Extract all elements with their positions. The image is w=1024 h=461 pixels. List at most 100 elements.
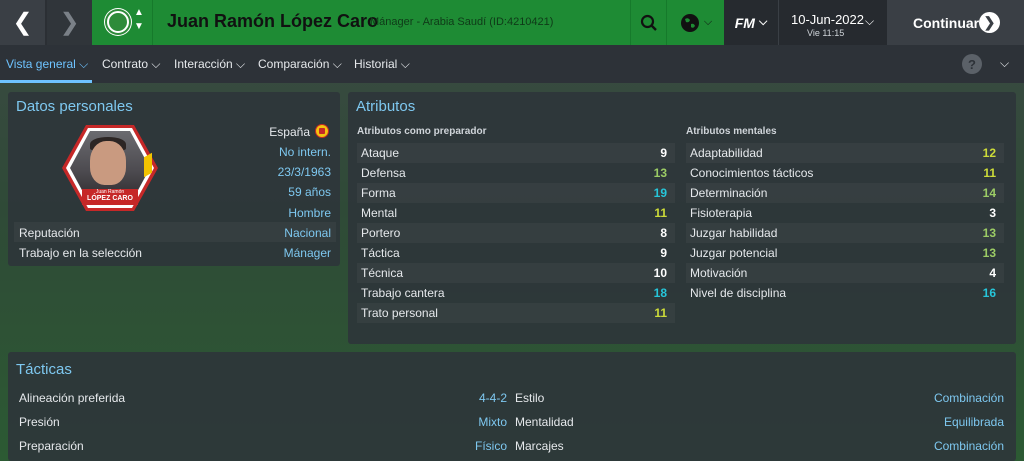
gender: Hombre bbox=[288, 206, 331, 220]
mental-attribute-label: Adaptabilidad bbox=[690, 146, 763, 160]
fm-label: FM bbox=[734, 14, 755, 31]
page-title: Juan Ramón López Caro bbox=[167, 11, 379, 31]
mental-attribute-value: 4 bbox=[989, 266, 996, 280]
national-job-value[interactable]: Mánager bbox=[200, 246, 331, 260]
mental-attribute-value: 3 bbox=[989, 206, 996, 220]
page-subtitle: Mánager - Arabia Saudí (ID:4210421) bbox=[370, 16, 554, 28]
mental-attribute-label: Juzgar habilidad bbox=[690, 226, 778, 240]
active-tab-indicator bbox=[0, 80, 92, 83]
training-value: Físico bbox=[474, 439, 507, 453]
club-logo-icon[interactable] bbox=[104, 8, 132, 36]
pressing-value: Mixto bbox=[478, 415, 507, 429]
coach-attribute-label: Trato personal bbox=[361, 306, 438, 320]
coach-attribute-label: Técnica bbox=[361, 266, 404, 280]
mental-attribute-value: 16 bbox=[982, 286, 996, 300]
updown-icon[interactable]: ▲ ▼ bbox=[134, 6, 144, 34]
marking-value: Combinación bbox=[933, 439, 1004, 453]
tab-contract[interactable]: Contrato ⌵ bbox=[102, 57, 160, 72]
coach-attribute-value: 11 bbox=[654, 206, 667, 220]
mental-attribute-value: 11 bbox=[983, 166, 996, 180]
help-icon: ? bbox=[968, 56, 976, 72]
reputation-label: Reputación bbox=[19, 226, 80, 240]
tab-overview[interactable]: Vista general ⌵ bbox=[6, 57, 88, 72]
mental-attribute-label: Fisioterapia bbox=[690, 206, 753, 220]
style-label: Estilo bbox=[515, 391, 545, 405]
tab-interaction[interactable]: Interacción ⌵ bbox=[174, 57, 245, 72]
globe-menu-button[interactable]: ⌵ bbox=[666, 0, 725, 45]
coach-attribute-value: 13 bbox=[653, 166, 667, 180]
pressing-label: Presión bbox=[19, 415, 60, 429]
chevron-left-icon: ❮ bbox=[12, 9, 33, 36]
tab-label: Contrato bbox=[102, 57, 149, 71]
tab-label: Interacción bbox=[174, 57, 233, 71]
coach-attribute-label: Táctica bbox=[361, 246, 400, 260]
tab-label: Historial bbox=[354, 57, 398, 71]
chevron-down-icon: ⌵ bbox=[236, 57, 246, 71]
continue-label: Continuar bbox=[913, 15, 980, 31]
arrow-right-icon: ❯ bbox=[979, 12, 1000, 33]
training-label: Preparación bbox=[19, 439, 84, 453]
coach-attribute-label: Forma bbox=[361, 186, 396, 200]
coach-attribute-value: 18 bbox=[653, 286, 667, 300]
current-day-time: Vie 11:15 bbox=[807, 28, 845, 38]
top-bar: ❮ ❯ ▲ ▼ Juan Ramón López Caro Mánager - A… bbox=[0, 0, 1024, 45]
divider bbox=[152, 0, 153, 45]
chevron-down-icon: ⌵ bbox=[1000, 56, 1010, 70]
marking-label: Marcajes bbox=[515, 439, 564, 453]
style-value: Combinación bbox=[933, 391, 1004, 405]
date-of-birth: 23/3/1963 bbox=[277, 165, 331, 179]
panel-title: Atributos bbox=[356, 98, 416, 115]
mental-attribute-label: Motivación bbox=[690, 266, 748, 280]
mental-attributes-heading: Atributos mentales bbox=[686, 126, 777, 137]
chevron-down-icon: ⌵ bbox=[865, 14, 875, 28]
current-date: 10-Jun-2022 bbox=[791, 12, 864, 27]
coach-attribute-value: 19 bbox=[653, 186, 667, 200]
fm-menu-button[interactable]: FM ⌵ bbox=[724, 0, 778, 45]
manager-portrait: Juan Ramón LÓPEZ CARO bbox=[62, 125, 158, 211]
chevron-down-icon: ⌵ bbox=[151, 57, 161, 71]
preferred-formation-label: Alineación preferida bbox=[19, 391, 126, 405]
date-display[interactable]: 10-Jun-2022 Vie 11:15 ⌵ bbox=[778, 0, 887, 45]
flag-spain-icon bbox=[315, 124, 329, 138]
mentality-value: Equilibrada bbox=[943, 415, 1004, 429]
tab-history[interactable]: Historial ⌵ bbox=[354, 57, 410, 72]
mental-attribute-label: Nivel de disciplina bbox=[690, 286, 787, 300]
preferred-formation-value: 4-4-2 bbox=[478, 391, 507, 405]
chevron-down-icon: ⌵ bbox=[703, 16, 713, 28]
forward-button[interactable]: ❯ bbox=[47, 0, 92, 45]
mental-attribute-label: Conocimientos tácticos bbox=[690, 166, 814, 180]
coach-attribute-value: 8 bbox=[660, 226, 667, 240]
tab-bar: Vista general ⌵ Contrato ⌵ Interacción ⌵… bbox=[0, 45, 1024, 83]
tab-comparison[interactable]: Comparación ⌵ bbox=[258, 57, 342, 72]
mentality-label: Mentalidad bbox=[515, 415, 574, 429]
coach-attribute-value: 9 bbox=[660, 246, 667, 260]
mental-attribute-value: 12 bbox=[982, 146, 996, 160]
coach-attributes-heading: Atributos como preparador bbox=[357, 126, 487, 137]
help-button[interactable]: ? bbox=[962, 54, 982, 74]
coach-attribute-label: Trabajo cantera bbox=[361, 286, 445, 300]
continue-button[interactable]: Continuar ❯ bbox=[887, 0, 1024, 45]
mental-attribute-value: 13 bbox=[982, 246, 996, 260]
coach-attribute-value: 10 bbox=[653, 266, 667, 280]
globe-icon bbox=[680, 13, 699, 32]
chevron-down-icon: ⌵ bbox=[758, 16, 768, 28]
nationality[interactable]: España bbox=[200, 125, 310, 139]
coach-attribute-value: 11 bbox=[654, 306, 667, 320]
age: 59 años bbox=[288, 185, 331, 199]
tab-label: Comparación bbox=[258, 57, 330, 71]
back-button[interactable]: ❮ bbox=[0, 0, 45, 45]
chevron-down-icon: ⌵ bbox=[400, 57, 410, 71]
coach-attribute-label: Defensa bbox=[361, 166, 406, 180]
panel-title: Tácticas bbox=[16, 361, 72, 378]
international-status: No intern. bbox=[278, 145, 331, 159]
more-options-button[interactable]: ⌵ bbox=[1000, 56, 1009, 71]
mental-attribute-label: Determinación bbox=[690, 186, 768, 200]
tab-label: Vista general bbox=[6, 57, 76, 71]
chevron-down-icon: ⌵ bbox=[332, 57, 342, 71]
chevron-right-icon: ❯ bbox=[59, 9, 80, 36]
search-button[interactable] bbox=[630, 0, 667, 45]
panel-title: Datos personales bbox=[16, 98, 133, 115]
coach-attribute-label: Portero bbox=[361, 226, 401, 240]
coach-attribute-label: Mental bbox=[361, 206, 398, 220]
title-bar: ▲ ▼ Juan Ramón López Caro Mánager - Arabi… bbox=[92, 0, 724, 45]
